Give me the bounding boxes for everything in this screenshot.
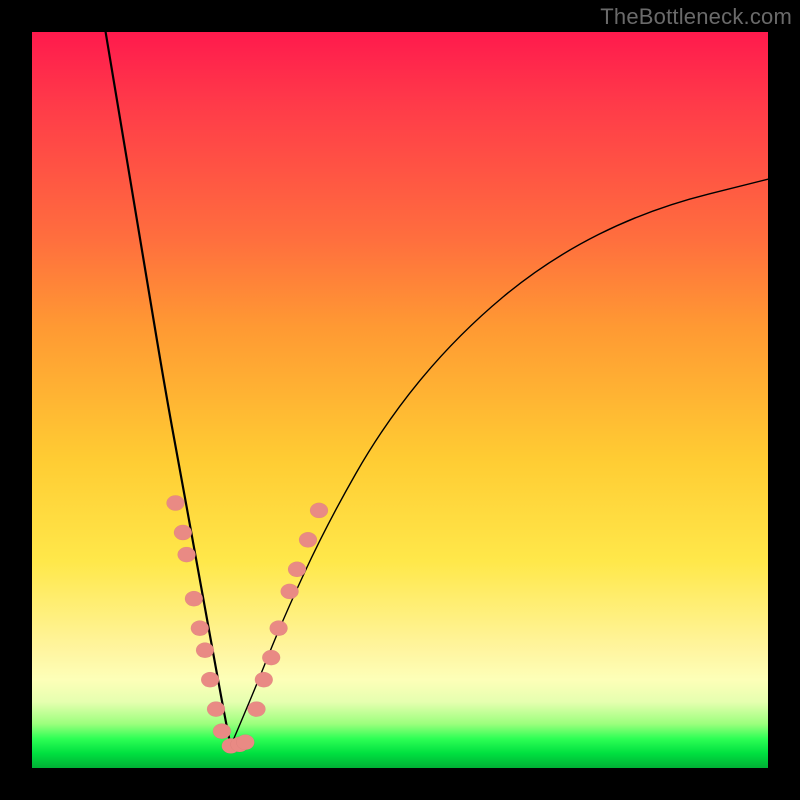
- data-dot: [191, 621, 209, 636]
- data-dot: [288, 562, 306, 577]
- curve-right-branch: [231, 179, 768, 746]
- data-dot: [310, 503, 328, 518]
- data-dot: [248, 701, 266, 716]
- data-dot: [270, 621, 288, 636]
- data-dot: [262, 650, 280, 665]
- plot-area: [32, 32, 768, 768]
- data-dot: [299, 532, 317, 547]
- data-dot: [201, 672, 219, 687]
- data-dots-group: [167, 495, 329, 753]
- data-dot: [167, 495, 185, 510]
- data-dot: [213, 724, 231, 739]
- data-dot: [174, 525, 192, 540]
- data-dot: [255, 672, 273, 687]
- data-dot: [207, 701, 225, 716]
- chart-svg: [32, 32, 768, 768]
- watermark-text: TheBottleneck.com: [600, 4, 792, 30]
- data-dot: [196, 643, 214, 658]
- curve-left-branch: [106, 32, 231, 746]
- data-dot: [185, 591, 203, 606]
- data-dot: [281, 584, 299, 599]
- chart-frame: TheBottleneck.com: [0, 0, 800, 800]
- data-dot: [178, 547, 196, 562]
- data-dot: [236, 735, 254, 750]
